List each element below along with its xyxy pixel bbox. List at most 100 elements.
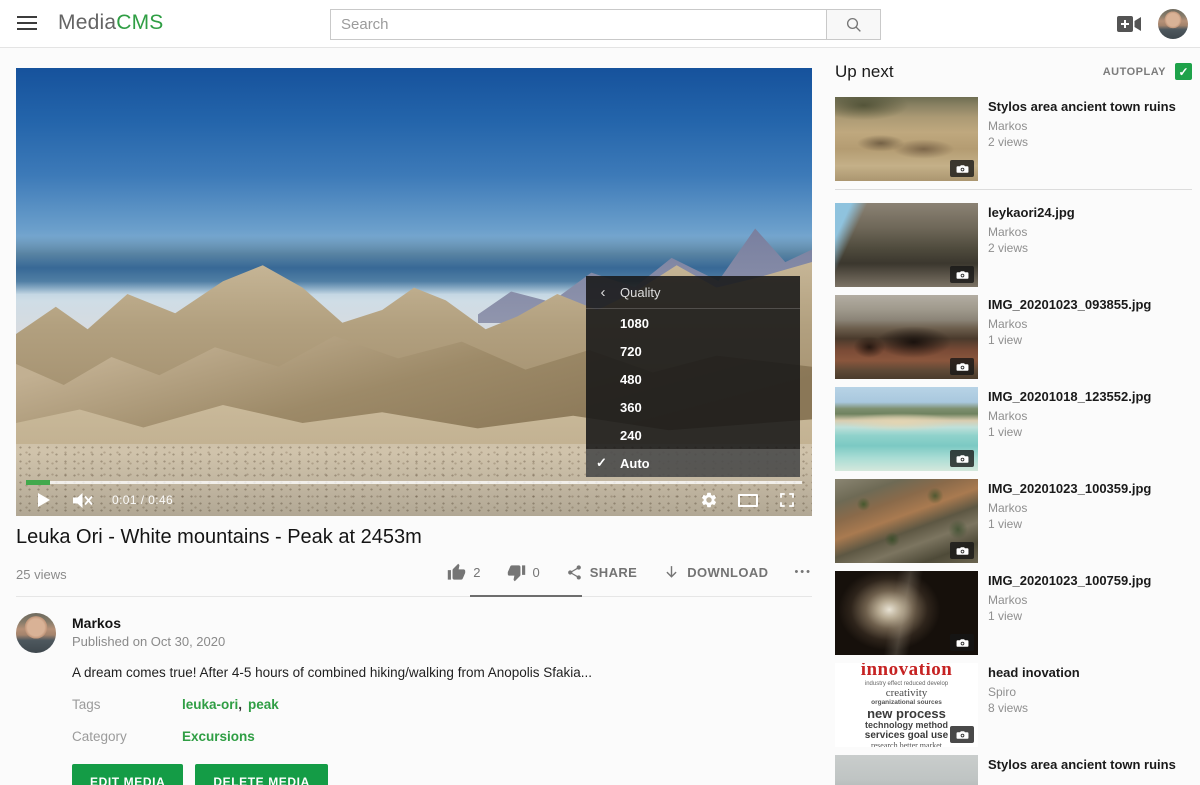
tags-row: Tags (72, 697, 101, 712)
search-icon (845, 16, 863, 34)
share-button[interactable]: SHARE (566, 564, 638, 581)
wordcloud-text: research better market (871, 742, 942, 747)
video-author: Spiro (988, 684, 1080, 700)
page-title: Leuka Ori - White mountains - Peak at 24… (16, 526, 422, 549)
video-thumbnail[interactable] (835, 295, 978, 379)
video-author: Markos (988, 500, 1151, 516)
upload-media-button[interactable] (1117, 15, 1142, 33)
quality-option-240[interactable]: 240 (586, 421, 800, 449)
video-author: Markos (988, 592, 1151, 608)
quality-option-auto-selected[interactable]: ✓ Auto (586, 449, 800, 477)
hamburger-menu-icon[interactable] (17, 16, 37, 31)
video-camera-plus-icon (1117, 15, 1142, 33)
download-label: DOWNLOAD (687, 565, 768, 580)
share-icon (566, 564, 583, 581)
player-controls: 0:01 / 0:46 (16, 484, 812, 516)
settings-gear-icon[interactable] (700, 491, 718, 509)
video-thumbnail[interactable] (835, 387, 978, 471)
video-thumbnail[interactable]: innovation industry effect reduced devel… (835, 663, 978, 747)
quality-menu-header[interactable]: ‹ Quality (586, 276, 800, 309)
video-thumbnail[interactable] (835, 479, 978, 563)
theater-mode-icon[interactable] (738, 494, 758, 507)
video-thumbnail[interactable] (835, 755, 978, 785)
more-options-button[interactable]: ••• (794, 566, 812, 578)
top-bar: MediaCMS (0, 0, 1200, 48)
published-date: Published on Oct 30, 2020 (72, 634, 225, 649)
tags-values: leuka-ori,peak (182, 697, 279, 712)
autoplay-label: AUTOPLAY (1103, 66, 1166, 78)
edit-media-button[interactable]: EDIT MEDIA (72, 764, 183, 785)
tag-link[interactable]: peak (248, 697, 279, 712)
quality-option-1080[interactable]: 1080 (586, 309, 800, 337)
video-title[interactable]: Stylos area ancient town ruins (988, 756, 1176, 773)
wordcloud-text: creativity (886, 688, 928, 699)
up-next-header: Up next AUTOPLAY ✓ (835, 62, 1192, 97)
video-thumbnail[interactable] (835, 97, 978, 181)
list-item[interactable]: innovation industry effect reduced devel… (835, 663, 1192, 747)
wordcloud-text: services goal use (865, 731, 948, 741)
search-button[interactable] (827, 9, 881, 40)
share-label: SHARE (590, 565, 638, 580)
site-logo[interactable]: MediaCMS (58, 11, 163, 35)
video-title[interactable]: head inovation (988, 664, 1080, 681)
video-title[interactable]: Stylos area ancient town ruins (988, 98, 1176, 115)
quality-option-label: 1080 (620, 316, 649, 331)
category-link[interactable]: Excursions (182, 729, 255, 744)
video-title[interactable]: IMG_20201023_100359.jpg (988, 480, 1151, 497)
mediacms-page: MediaCMS (0, 0, 1200, 785)
list-item[interactable]: Stylos area ancient town ruinsMarkos2 vi… (835, 97, 1192, 181)
video-views: 1 view (988, 332, 1151, 348)
tag-link[interactable]: leuka-ori (182, 697, 238, 712)
wordcloud-text: innovation (861, 663, 953, 679)
video-author: Markos (988, 224, 1075, 240)
video-title[interactable]: leykaori24.jpg (988, 204, 1075, 221)
time-display: 0:01 / 0:46 (112, 493, 173, 507)
muted-volume-icon[interactable] (72, 492, 94, 509)
search-input[interactable] (330, 9, 827, 40)
fullscreen-icon[interactable] (778, 491, 796, 509)
dislike-button[interactable]: 0 (507, 563, 540, 582)
author-avatar[interactable] (16, 613, 56, 653)
quality-option-720[interactable]: 720 (586, 337, 800, 365)
dislike-count: 0 (533, 565, 540, 580)
video-thumbnail[interactable] (835, 203, 978, 287)
list-item[interactable]: IMG_20201023_100759.jpg Markos1 view (835, 571, 1192, 655)
list-item[interactable]: IMG_20201023_093855.jpgMarkos1 view (835, 295, 1192, 379)
category-label: Category (72, 729, 127, 744)
main-column: ‹ Quality 1080 720 480 360 240 ✓ Auto (16, 68, 812, 785)
chevron-left-icon: ‹ (586, 284, 620, 301)
divider (835, 189, 1192, 190)
list-item[interactable]: Stylos area ancient town ruins (835, 755, 1192, 785)
quality-menu: ‹ Quality 1080 720 480 360 240 ✓ Auto (586, 276, 800, 477)
wordcloud-text: technology method (865, 721, 948, 730)
like-count: 2 (473, 565, 480, 580)
camera-badge-icon (950, 542, 974, 559)
user-avatar[interactable] (1158, 9, 1188, 39)
list-item[interactable]: IMG_20201018_123552.jpgMarkos1 view (835, 387, 1192, 471)
video-views: 1 view (988, 516, 1151, 532)
video-thumbnail[interactable] (835, 571, 978, 655)
thumbs-up-icon (447, 563, 466, 582)
camera-badge-icon (950, 450, 974, 467)
play-button[interactable] (38, 493, 50, 507)
video-views: 1 view (988, 608, 1151, 624)
video-title[interactable]: IMG_20201023_100759.jpg (988, 572, 1151, 589)
camera-badge-icon (950, 634, 974, 651)
quality-option-label: Auto (620, 456, 650, 471)
video-title[interactable]: IMG_20201018_123552.jpg (988, 388, 1151, 405)
search-bar (330, 9, 881, 40)
up-next-title: Up next (835, 62, 894, 81)
list-item[interactable]: leykaori24.jpgMarkos2 views (835, 203, 1192, 287)
video-player[interactable]: ‹ Quality 1080 720 480 360 240 ✓ Auto (16, 68, 812, 516)
quality-option-360[interactable]: 360 (586, 393, 800, 421)
download-button[interactable]: DOWNLOAD (663, 564, 768, 581)
quality-option-480[interactable]: 480 (586, 365, 800, 393)
list-item[interactable]: IMG_20201023_100359.jpg Markos1 view (835, 479, 1192, 563)
author-name[interactable]: Markos (72, 615, 121, 631)
video-title[interactable]: IMG_20201023_093855.jpg (988, 296, 1151, 313)
delete-media-button[interactable]: DELETE MEDIA (195, 764, 328, 785)
like-button[interactable]: 2 (447, 563, 480, 582)
category-row: Category (72, 729, 127, 744)
autoplay-checkbox[interactable]: ✓ (1175, 63, 1192, 80)
camera-badge-icon (950, 726, 974, 743)
